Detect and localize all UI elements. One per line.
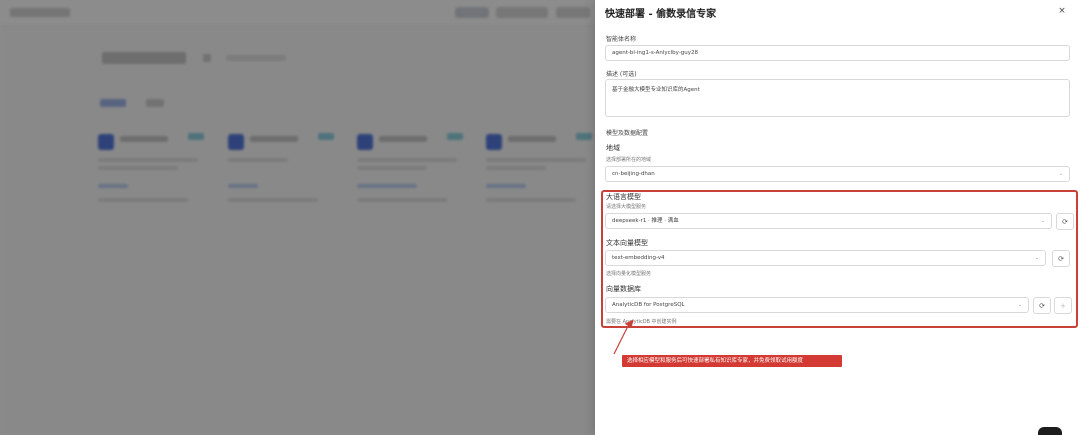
refresh-icon: ⟳ — [1058, 254, 1064, 263]
annotation-arrow — [613, 319, 634, 355]
embedding-refresh-button[interactable]: ⟳ — [1052, 250, 1070, 267]
llm-refresh-button[interactable]: ⟳ — [1056, 213, 1074, 230]
region-select[interactable]: cn-beijing-dhan ⌄ — [605, 166, 1070, 182]
embedding-select[interactable]: text-embedding-v4 ⌄ — [605, 250, 1046, 266]
agent-name-value: agent-bl-ing1-s-Anlyclby-guy28 — [612, 50, 699, 56]
drawer-title: 快速部署 - 偷数录信专家 — [605, 9, 717, 20]
region-value: cn-beijing-dhan — [612, 171, 655, 177]
add-icon: + — [1060, 301, 1066, 310]
embedding-hint: 选择向量化模型服务 — [606, 271, 652, 277]
vector-db-select[interactable]: AnalyticDB for PostgreSQL ⌄ — [605, 297, 1029, 313]
agent-name-input[interactable]: agent-bl-ing1-s-Anlyclby-guy28 — [605, 45, 1070, 61]
llm-value: deepseek-r1 · 推理 · 满血 — [612, 218, 679, 224]
llm-label: 大语言模型 — [606, 193, 641, 201]
agent-name-label: 智能体名称 — [606, 36, 637, 43]
description-label: 描述 (可选) — [606, 71, 637, 78]
refresh-icon: ⟳ — [1062, 217, 1068, 226]
region-hint: 选择部署所在的地域 — [606, 157, 652, 163]
description-value: 基于金融大模型专业知识库的Agent — [612, 87, 700, 93]
refresh-icon: ⟳ — [1039, 301, 1045, 310]
chevron-down-icon: ⌄ — [1034, 255, 1039, 261]
vector-db-refresh-button[interactable]: ⟳ — [1033, 297, 1051, 314]
llm-select[interactable]: deepseek-r1 · 推理 · 满血 ⌄ — [605, 213, 1052, 229]
chat-assistant-button[interactable] — [1038, 427, 1062, 435]
vector-db-value: AnalyticDB for PostgreSQL — [612, 302, 685, 308]
section-label: 模型及数据配置 — [606, 130, 649, 137]
chevron-down-icon: ⌄ — [1040, 218, 1045, 224]
chevron-down-icon: ⌄ — [1017, 302, 1022, 308]
llm-hint: 请选择大模型服务 — [606, 204, 647, 210]
vector-db-add-button[interactable]: + — [1054, 297, 1072, 314]
chevron-down-icon: ⌄ — [1058, 171, 1063, 177]
annotation-callout: 选择相应模型和服务后可快速部署私有知识库专家，并免费领取试用额度 — [622, 355, 842, 367]
region-label: 地域 — [606, 144, 620, 152]
vector-db-label: 向量数据库 — [606, 285, 641, 293]
close-button[interactable]: × — [1056, 5, 1068, 17]
description-textarea[interactable]: 基于金融大模型专业知识库的Agent — [605, 79, 1070, 117]
embedding-value: text-embedding-v4 — [612, 255, 665, 261]
embedding-label: 文本向量模型 — [606, 239, 648, 247]
